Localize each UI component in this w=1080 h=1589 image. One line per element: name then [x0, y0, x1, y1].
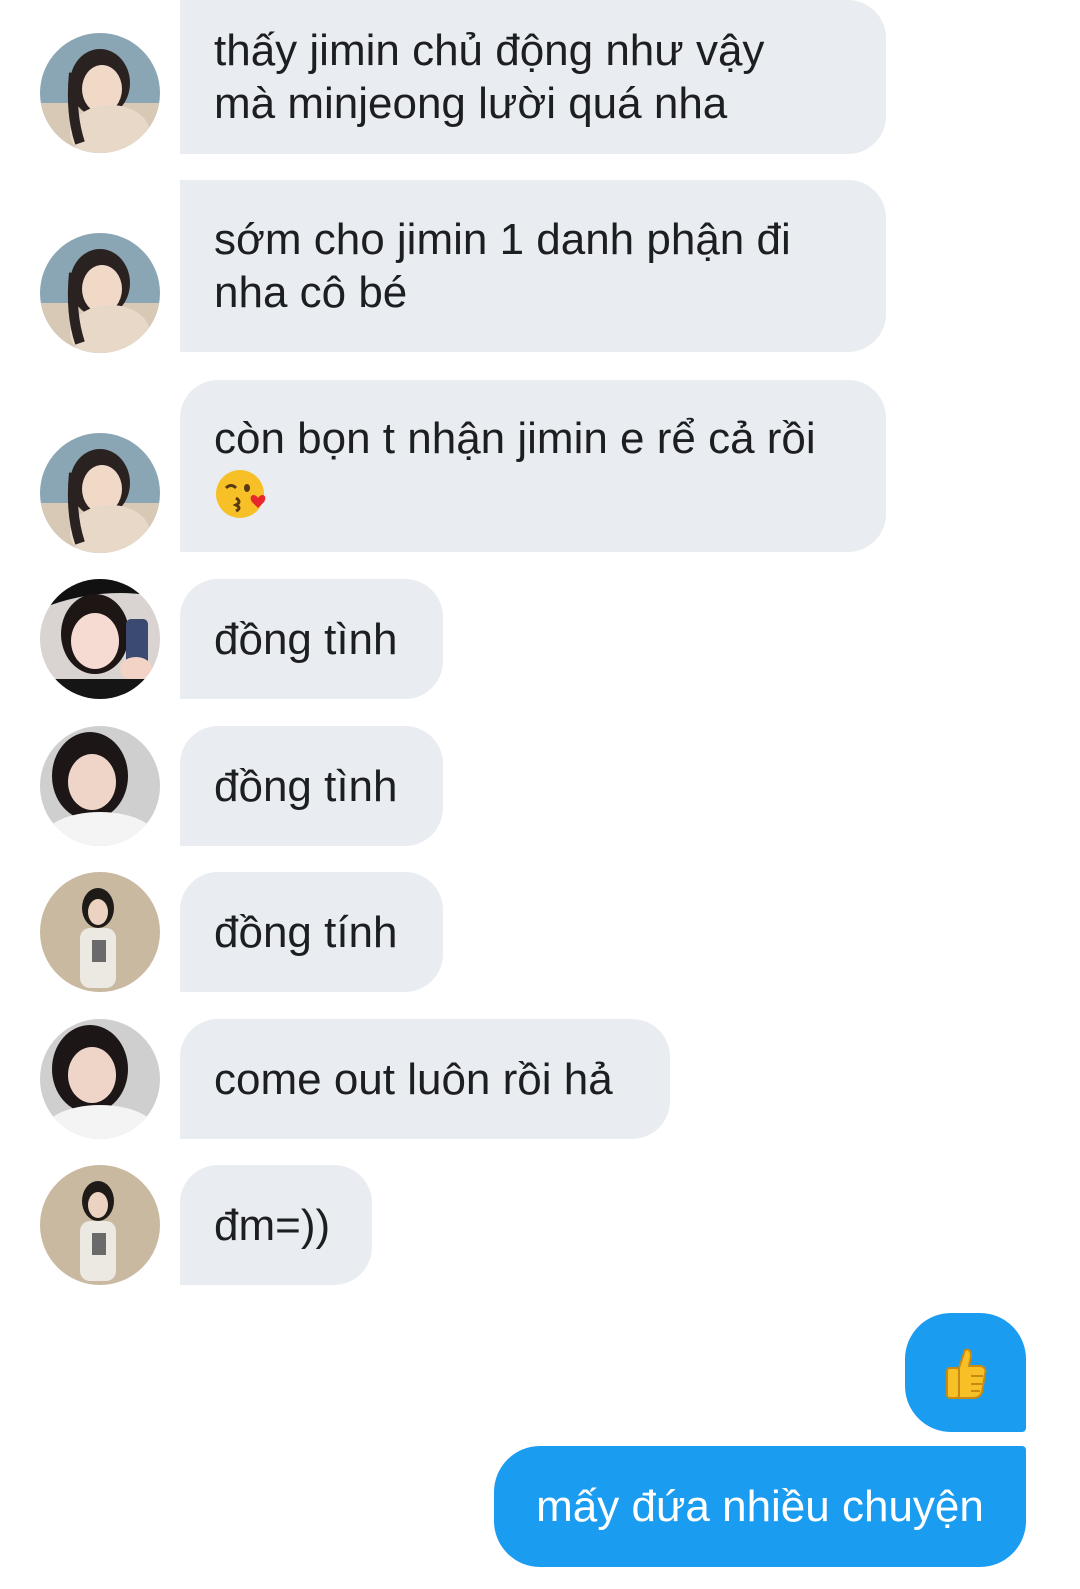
message-bubble[interactable]: thấy jimin chủ động như vậy mà minjeong …: [180, 0, 886, 154]
chat-thread: thấy jimin chủ động như vậy mà minjeong …: [0, 0, 1080, 1589]
message-bubble[interactable]: come out luôn rồi hả: [180, 1019, 670, 1139]
message-text: đồng tình: [214, 761, 398, 811]
sender-avatar[interactable]: [40, 726, 160, 846]
message-bubble[interactable]: đm=)): [180, 1165, 372, 1285]
outgoing-message-text: mấy đứa nhiều chuyện: [536, 1481, 984, 1531]
outgoing-thumbs-up-bubble[interactable]: [905, 1313, 1026, 1432]
emoji-line: [214, 465, 852, 520]
sender-avatar[interactable]: [40, 579, 160, 699]
message-text: đồng tình: [214, 614, 398, 664]
thumbs-up-icon: [945, 1348, 986, 1399]
outgoing-message-bubble[interactable]: mấy đứa nhiều chuyện: [494, 1446, 1026, 1567]
sender-avatar[interactable]: [40, 872, 160, 992]
message-text: đm=)): [214, 1200, 331, 1250]
sender-avatar[interactable]: [40, 33, 160, 153]
sender-avatar[interactable]: [40, 233, 160, 353]
sender-avatar[interactable]: [40, 1165, 160, 1285]
message-bubble[interactable]: còn bọn t nhận jimin e rể cả rồi: [180, 380, 886, 552]
message-text: còn bọn t nhận jimin e rể cả rồi: [214, 413, 816, 463]
message-bubble[interactable]: đồng tình: [180, 579, 443, 699]
message-text: nha cô bé: [214, 268, 408, 317]
sender-avatar[interactable]: [40, 1019, 160, 1139]
message-text: thấy jimin chủ động như vậy: [214, 26, 765, 75]
message-bubble[interactable]: sớm cho jimin 1 danh phận đi nha cô bé: [180, 180, 886, 352]
message-text: đồng tính: [214, 907, 398, 957]
message-text: mà minjeong lười quá nha: [214, 79, 728, 128]
message-bubble[interactable]: đồng tình: [180, 726, 443, 846]
kissing-wink-heart-emoji-icon: [216, 470, 266, 519]
sender-avatar[interactable]: [40, 433, 160, 553]
message-text: sớm cho jimin 1 danh phận đi: [214, 215, 791, 264]
message-text: come out luôn rồi hả: [214, 1054, 613, 1104]
message-bubble[interactable]: đồng tính: [180, 872, 443, 992]
